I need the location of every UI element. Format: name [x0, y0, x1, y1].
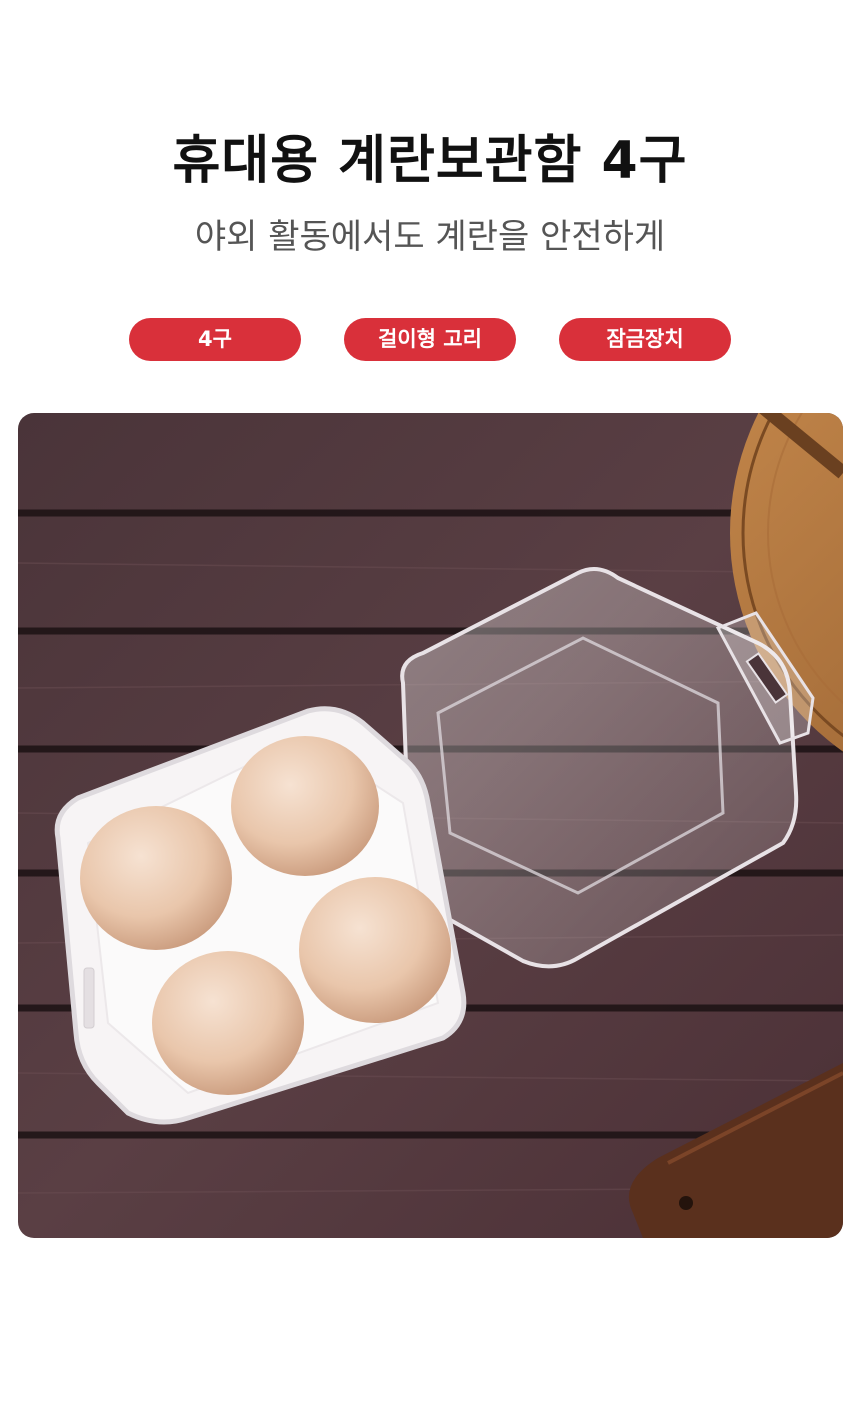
page-title: 휴대용 계란보관함 4구: [172, 131, 688, 191]
feature-badge-hanging-loop: 걸이형 고리: [344, 318, 516, 361]
product-photo: [18, 413, 843, 1238]
page-subtitle: 야외 활동에서도 계란을 안전하게: [194, 217, 666, 257]
feature-badge-four-slots: 4구: [129, 318, 301, 361]
feature-badge-lock: 잠금장치: [559, 318, 731, 361]
egg: [231, 736, 379, 876]
egg: [80, 806, 232, 950]
egg: [299, 877, 451, 1023]
egg: [152, 951, 304, 1095]
